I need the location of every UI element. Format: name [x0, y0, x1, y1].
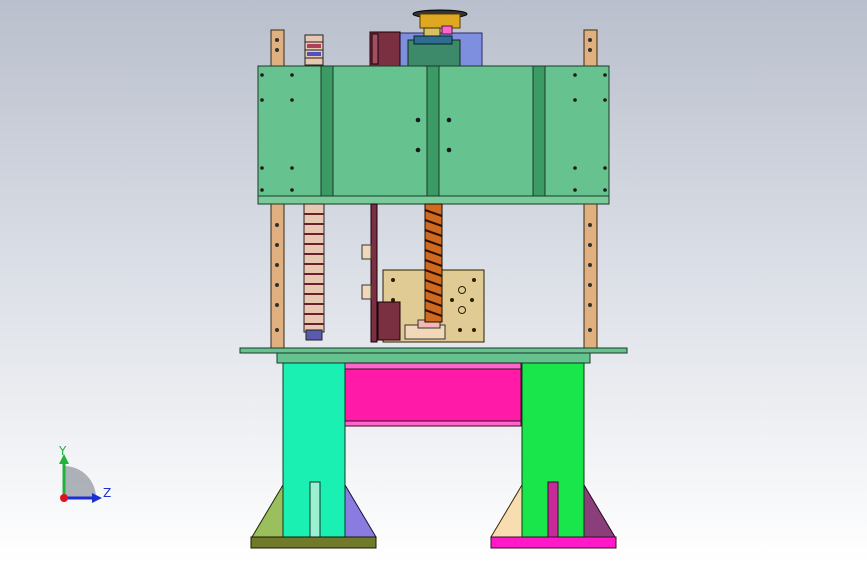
lead-screw — [424, 203, 443, 323]
y-axis-label: Y — [58, 444, 67, 458]
triad-origin — [60, 494, 68, 502]
triad-rotation-arc — [64, 466, 96, 498]
axis-triad: Y Z — [58, 444, 111, 503]
pulley-body — [419, 13, 461, 29]
motor-cap — [413, 35, 453, 45]
table-top — [239, 347, 628, 364]
housing-rib-right — [532, 65, 546, 197]
cross-beam — [344, 362, 522, 427]
housing-rib-center — [426, 65, 440, 197]
guide-rod — [361, 203, 378, 343]
gusset-left-inner — [344, 483, 377, 538]
z-axis-label: Z — [103, 486, 111, 500]
top-pulley-assembly — [399, 9, 483, 68]
cad-assembly-view — [239, 9, 628, 549]
housing-bottom-plate — [257, 195, 610, 205]
gusset-right-outer — [583, 483, 616, 538]
slider-block — [377, 301, 401, 341]
gusset-right-inner — [490, 483, 523, 538]
cable-chain-top — [304, 34, 324, 66]
housing-rib-left — [320, 65, 334, 197]
upper-housing — [257, 65, 610, 205]
cable-chain-lower — [303, 203, 325, 341]
pulley-collar-pink — [441, 25, 453, 35]
z-axis-head — [92, 493, 102, 503]
upper-guide-plate — [369, 31, 401, 67]
base-plate-left — [250, 536, 377, 549]
base-plate-right — [490, 536, 617, 549]
gusset-left-outer — [251, 483, 284, 538]
